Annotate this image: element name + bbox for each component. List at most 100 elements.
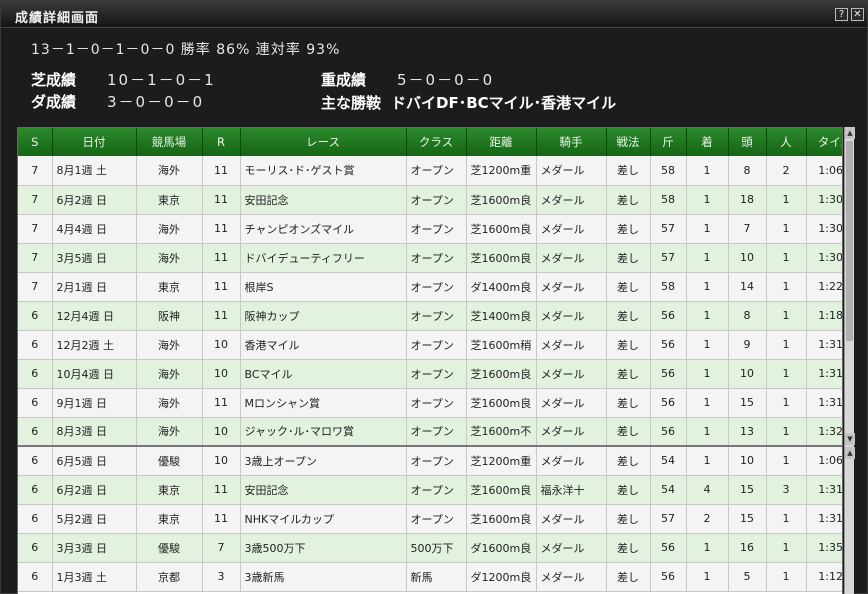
table-row[interactable]: 61月3週 土京都33歳新馬新馬ダ1200m良メダール差し561511:12.6 [18,562,842,592]
scroll-thumb[interactable] [846,141,853,341]
cell-weight: 56 [650,301,687,331]
table-row[interactable]: 6 3月3週 日優駿 7 3歳500万下 500万下 ダ1600m良 メダール 差し 56 1 16… [18,533,842,563]
cell-runners: 15 [728,504,767,534]
main-wins-label: 主な勝鞍 [321,94,382,112]
cell-time: 1:18.0 [806,301,842,331]
heavy-record-value: 5－0－0－0 [397,71,495,89]
cell-season: 6 [18,445,53,476]
cell-course: 海外 [136,243,203,273]
record-summary: 13－1－0－1－0－0 勝率 86% 連対率 93% [31,42,341,58]
scroll-up-arrow-icon[interactable]: ▲ [845,127,855,139]
cell-tactic: 差し [606,475,651,505]
col-header-finish[interactable]: 着 [686,128,729,156]
scroll-down-arrow-icon[interactable]: ▼ [845,433,855,445]
cell-date: 6月5週 日 [52,445,137,476]
cell-popularity: 1 [766,533,807,563]
table-row[interactable]: 6 12月2週 土海外 10 香港マイル オープン 芝1600m稍 メダール 差し 56 1 9 1 1… [18,330,842,360]
cell-course: 優駿 [136,445,203,476]
col-header-time[interactable]: タイム [806,128,842,156]
cell-time: 1:06.4 [806,156,842,186]
table-row[interactable]: 6 6月2週 日東京 11 安田記念 オープン 芝1600m良 福永洋十 差し 54 4 15 3 1:… [18,475,842,505]
cell-course: 海外 [136,214,203,244]
cell-class: オープン [406,156,467,186]
close-button[interactable]: ✕ [851,8,864,21]
table-row[interactable]: 6 10月4週 日海外 10 BCマイル オープン 芝1600m良 メダール 差し 56 1 10 1… [18,359,842,389]
col-header-distance[interactable]: 距離 [466,128,537,156]
cell-weight: 57 [650,243,687,273]
cell-time: 1:31.1 [806,504,842,534]
cell-date: 10月4週 日 [52,359,137,389]
cell-finish: 1 [686,185,729,215]
cell-runners: 10 [728,359,767,389]
cell-jockey: メダール [536,272,607,302]
cell-runners: 14 [728,272,767,302]
results-table-container[interactable]: S 日付 競馬場 R レース クラス 距離 騎手 戦法 斤 着 頭 人 タイム … [17,127,843,594]
table-row[interactable]: 6 6月5週 日優駿 10 3歳上オープン オープン 芝1200m重 メダール 差し 54 1 10… [18,445,842,476]
cell-course: 東京 [136,475,203,505]
cell-distance: 芝1600m良 [466,243,537,273]
cell-jockey: メダール [536,214,607,244]
dirt-record: ダ成績 3－0－0－0 [31,91,202,112]
cell-time: 1:30.7 [806,214,842,244]
col-header-popularity[interactable]: 人 [766,128,807,156]
table-row[interactable]: 6 8月3週 日海外 10 ジャック･ル･マロワ賞 オープン 芝1600m不 メダール 差し 5… [18,417,842,447]
cell-time: 1:22.6 [806,272,842,302]
cell-date: 8月1週 土 [52,156,137,186]
cell-jockey: メダール [536,156,607,186]
cell-course: 優駿 [136,533,203,563]
cell-finish: 1 [686,562,729,592]
cell-time: 1:12.6 [806,562,842,592]
col-header-tactic[interactable]: 戦法 [606,128,651,156]
scroll-up-arrow-icon[interactable]: ▲ [845,447,855,459]
cell-jockey: メダール [536,388,607,418]
col-header-class[interactable]: クラス [406,128,467,156]
title-bar: 成績詳細画面 ? ✕ [1,1,867,28]
help-button[interactable]: ? [835,8,848,21]
col-header-race-number[interactable]: R [202,128,241,156]
cell-date: 5月2週 日 [52,504,137,534]
window-title: 成績詳細画面 [15,11,100,26]
col-header-weight[interactable]: 斤 [650,128,687,156]
cell-race: ジャック･ル･マロワ賞 [240,417,407,447]
cell-finish: 1 [686,417,729,447]
table-row[interactable]: 6 9月1週 日海外 11 Mロンシャン賞 オープン 芝1600m良 メダール 差し 56 1 15… [18,388,842,418]
cell-jockey: メダール [536,185,607,215]
cell-distance: 芝1200m重 [466,156,537,186]
table-row[interactable]: 6 5月2週 日東京 11 NHKマイルカップ オープン 芝1600m良 メダール 差し 57 2… [18,504,842,534]
cell-jockey: メダール [536,359,607,389]
table-row[interactable]: 6 12月4週 日阪神 11 阪神カップ オープン 芝1400m良 メダール 差し 56 1 8 1 1… [18,301,842,331]
cell-distance: 芝1600m稍 [466,330,537,360]
col-header-jockey[interactable]: 騎手 [536,128,607,156]
cell-finish: 1 [686,533,729,563]
cell-finish: 1 [686,243,729,273]
cell-popularity: 1 [766,359,807,389]
cell-season: 6 [18,475,53,505]
col-header-course[interactable]: 競馬場 [136,128,203,156]
cell-date: 1月3週 土 [52,562,137,592]
col-header-race[interactable]: レース [240,128,407,156]
cell-season: 6 [18,301,53,331]
cell-popularity: 3 [766,475,807,505]
cell-distance: 芝1600m良 [466,475,537,505]
cell-date: 12月2週 土 [52,330,137,360]
cell-date: 2月1週 日 [52,272,137,302]
table-row[interactable]: 7 6月2週 日東京 11 安田記念 オープン 芝1600m良 メダール 差し 58 1 18 1 1:… [18,185,842,215]
cell-race-number: 11 [202,475,241,505]
dirt-record-label: ダ成績 [31,93,77,111]
table-row[interactable]: 7 2月1週 日東京 11 根岸S オープン ダ1400m良 メダール 差し 58 1 14 1 1:2… [18,272,842,302]
cell-runners: 8 [728,156,767,186]
table-row[interactable]: 7 4月4週 日海外 11 チャンピオンズマイル オープン 芝1600m良 メダール 差し 57… [18,214,842,244]
col-header-runners[interactable]: 頭 [728,128,767,156]
vertical-scrollbar[interactable]: ▲ ▼ ▲ [844,127,855,594]
table-row[interactable]: 7 3月5週 日海外 11 ドバイデューティフリー オープン 芝1600m良 メダール 差し 5… [18,243,842,273]
table-row[interactable]: 7 8月1週 土海外 11 モーリス･ド･ゲスト賞 オープン 芝1200m重 メダール 差し 5… [18,156,842,186]
col-header-date[interactable]: 日付 [52,128,137,156]
cell-class: オープン [406,359,467,389]
cell-weight: 57 [650,504,687,534]
cell-runners: 18 [728,185,767,215]
heavy-record: 重成績 5－0－0－0 [321,69,492,90]
turf-record-label: 芝成績 [31,71,77,89]
col-header-season[interactable]: S [18,128,53,156]
cell-finish: 1 [686,301,729,331]
cell-date: 9月1週 日 [52,388,137,418]
